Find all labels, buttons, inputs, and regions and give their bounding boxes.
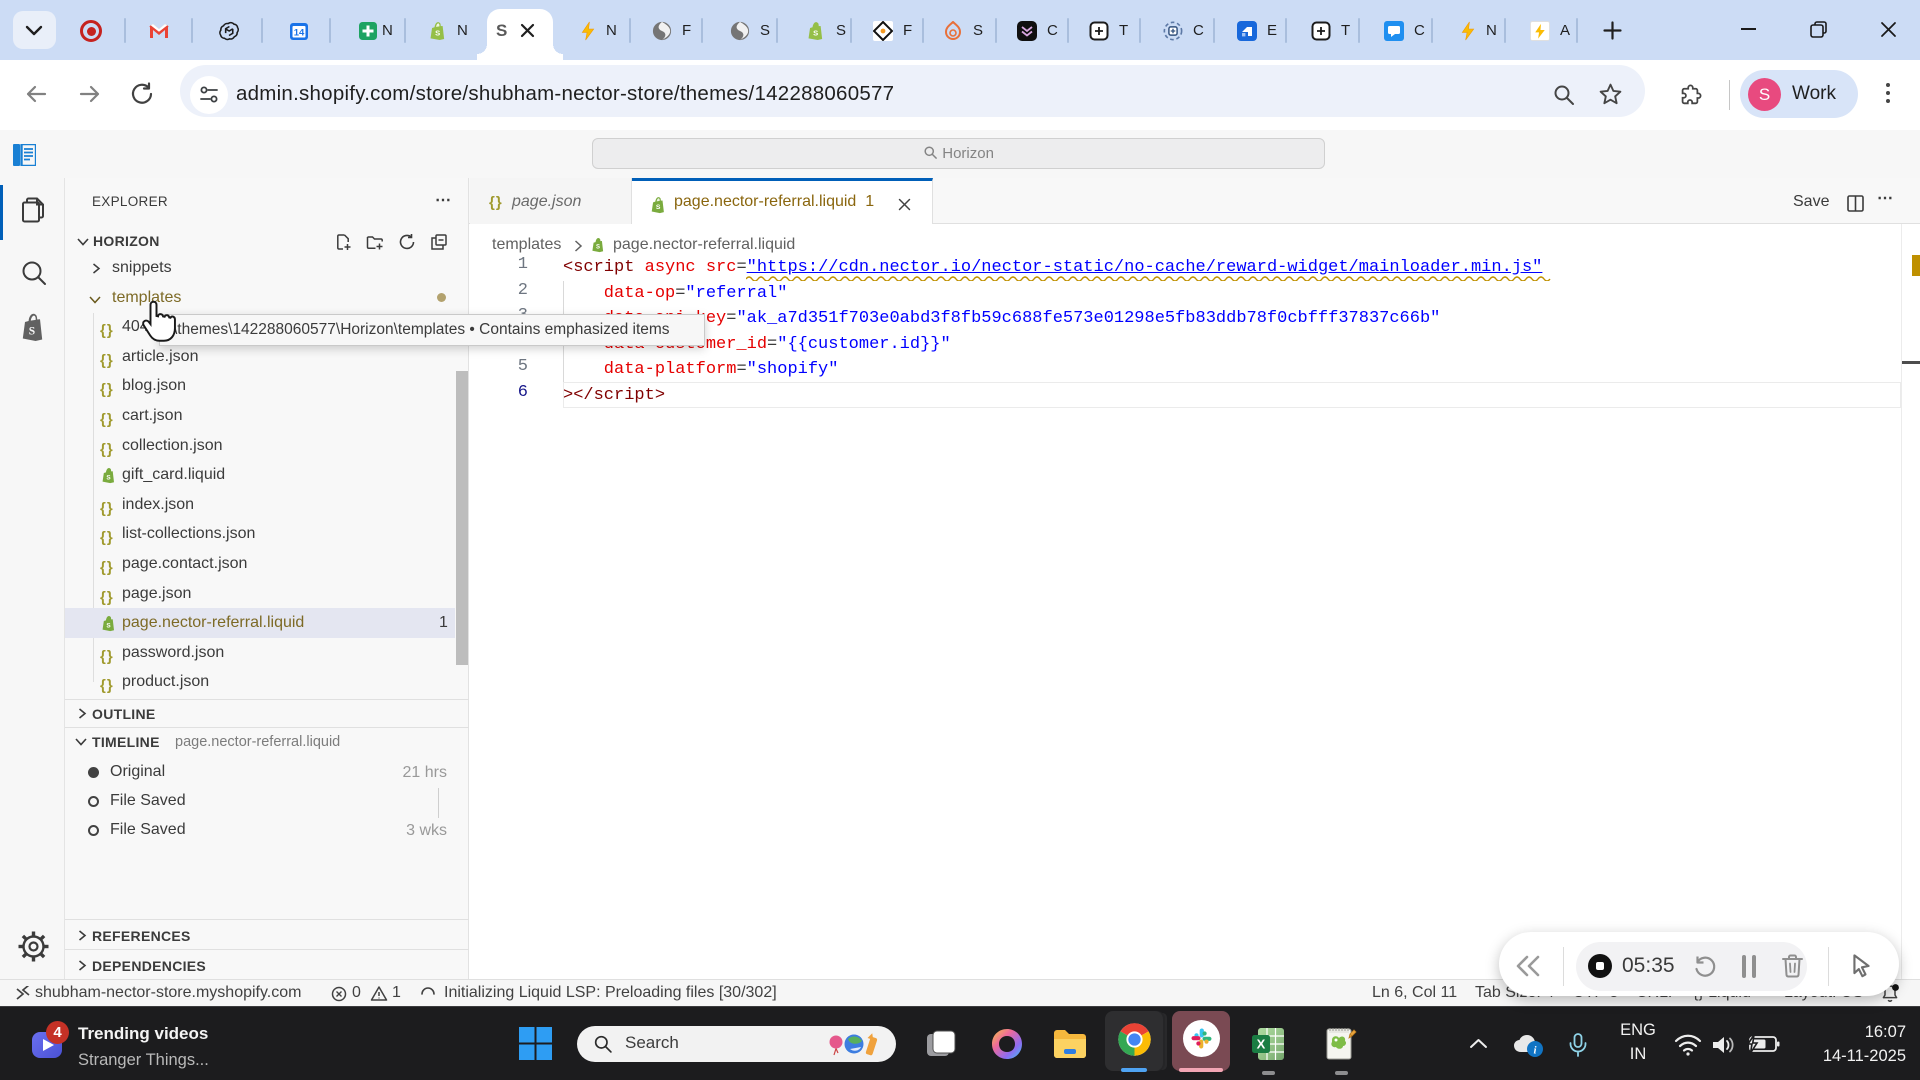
svg-text:14: 14 [294, 28, 305, 39]
svg-text:S: S [813, 29, 818, 38]
svg-text:X: X [1257, 1037, 1266, 1052]
svg-text:S: S [29, 326, 35, 338]
svg-text:S: S [106, 474, 111, 481]
svg-text:S: S [656, 204, 661, 211]
svg-text:S: S [596, 245, 600, 251]
svg-text:S: S [106, 622, 111, 629]
svg-text:S: S [435, 29, 440, 38]
